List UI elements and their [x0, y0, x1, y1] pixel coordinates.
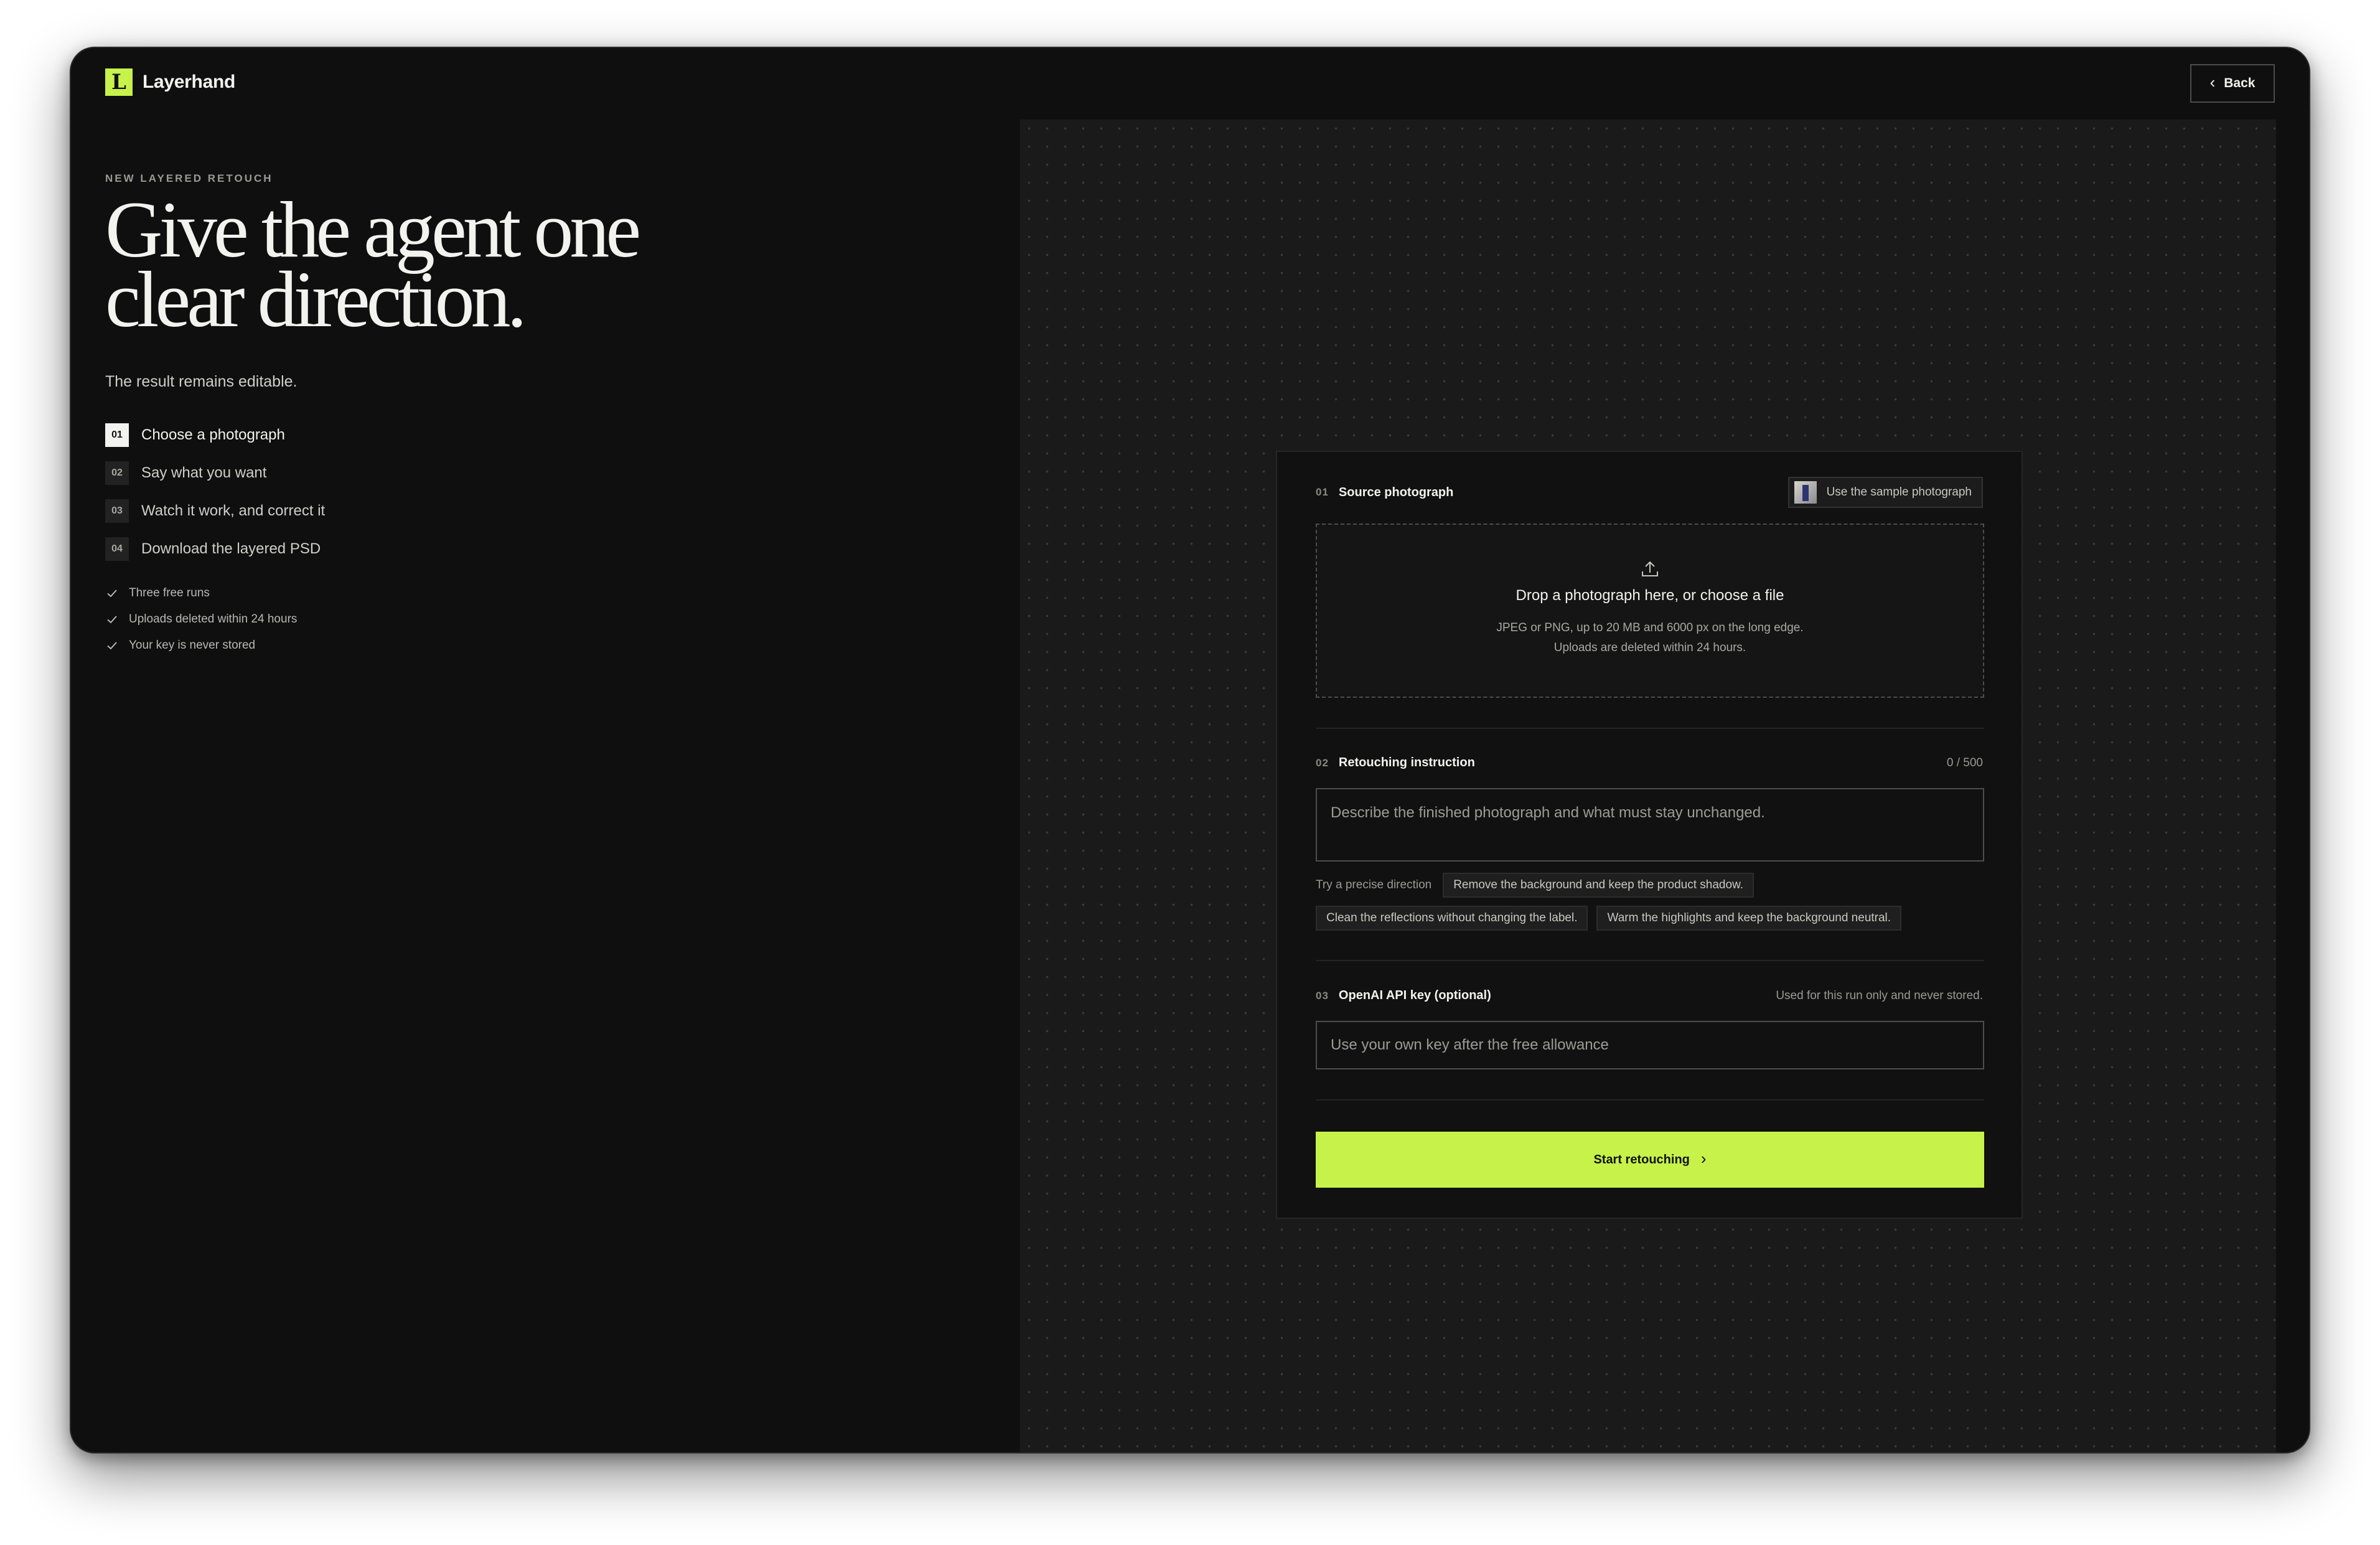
- brand-name: Layerhand: [143, 72, 236, 92]
- dropzone-hint-line-2: Uploads are deleted within 24 hours.: [1553, 641, 1746, 654]
- headline-line-2: clear direction.: [105, 255, 527, 344]
- check-icon: [107, 616, 117, 624]
- api-key-input[interactable]: Use your own key after the free allowanc…: [1316, 1021, 1984, 1069]
- page-title: Give the agent one clear direction.: [105, 190, 977, 339]
- api-key-note: Used for this run only and never stored.: [1776, 989, 1983, 1002]
- section-number: 01: [1316, 486, 1329, 498]
- arrow-right-icon: ›: [1700, 1149, 1707, 1168]
- source-section-header: 01 Source photograph Use the sample phot…: [1316, 477, 1983, 508]
- step-label: Choose a photograph: [141, 426, 285, 443]
- start-retouching-button[interactable]: Start retouching ›: [1316, 1132, 1984, 1188]
- step-number: 01: [105, 423, 129, 447]
- step-label: Watch it work, and correct it: [141, 502, 326, 519]
- brand-logo: L: [105, 68, 133, 96]
- suggestion-chip[interactable]: Clean the reflections without changing t…: [1316, 906, 1588, 931]
- check-icon: [107, 642, 117, 650]
- section-divider: [1316, 960, 1984, 961]
- upload-icon: [1642, 561, 1658, 576]
- dropzone-hint-line-1: JPEG or PNG, up to 20 MB and 6000 px on …: [1496, 621, 1804, 634]
- step-item: 03 Watch it work, and correct it: [105, 492, 977, 530]
- check-label: Uploads deleted within 24 hours: [129, 613, 298, 626]
- section-title: Retouching instruction: [1338, 756, 1475, 769]
- step-label: Download the layered PSD: [141, 540, 321, 557]
- instruction-title: 02 Retouching instruction: [1316, 756, 1475, 770]
- start-button-label: Start retouching: [1593, 1152, 1690, 1167]
- step-number: 04: [105, 537, 129, 561]
- top-bar: L Layerhand ‹ Back: [71, 48, 2309, 120]
- check-item: Uploads deleted within 24 hours: [105, 606, 977, 632]
- instruction-textarea[interactable]: Describe the finished photograph and wha…: [1316, 788, 1984, 862]
- brand[interactable]: L Layerhand: [105, 68, 235, 96]
- section-divider: [1316, 1099, 1984, 1101]
- back-chevron-icon: ‹: [2209, 73, 2216, 92]
- check-icon: [107, 589, 117, 598]
- subline: The result remains editable.: [105, 373, 298, 390]
- step-number: 03: [105, 499, 129, 523]
- check-item: Your key is never stored: [105, 632, 977, 659]
- sample-thumbnail: [1794, 481, 1817, 504]
- section-number: 03: [1316, 989, 1329, 1002]
- intro-panel: NEW LAYERED RETOUCH Give the agent one c…: [105, 172, 977, 659]
- suggestion-row-1: Try a precise direction Remove the backg…: [1316, 873, 1763, 898]
- sample-button-label: Use the sample photograph: [1826, 486, 1972, 499]
- suggestion-chip[interactable]: Warm the highlights and keep the backgro…: [1596, 906, 1902, 931]
- step-item: 04 Download the layered PSD: [105, 530, 977, 568]
- dropzone-title: Drop a photograph here, or choose a file: [1516, 587, 1784, 604]
- check-label: Three free runs: [129, 586, 210, 599]
- suggestion-chip[interactable]: Remove the background and keep the produ…: [1443, 873, 1755, 898]
- form-panel: 01 Source photograph Use the sample phot…: [1020, 120, 2276, 1452]
- api-key-title: 03 OpenAI API key (optional): [1316, 989, 1491, 1003]
- check-label: Your key is never stored: [129, 639, 256, 652]
- use-sample-button[interactable]: Use the sample photograph: [1787, 477, 1983, 508]
- app-window: L Layerhand ‹ Back NEW LAYERED RETOUCH G…: [70, 47, 2310, 1453]
- eyebrow: NEW LAYERED RETOUCH: [105, 172, 273, 184]
- check-item: Three free runs: [105, 580, 977, 606]
- step-number: 02: [105, 461, 129, 485]
- step-item: 01 Choose a photograph: [105, 416, 977, 454]
- back-label: Back: [2224, 76, 2256, 90]
- feature-checks: Three free runs Uploads deleted within 2…: [105, 580, 977, 659]
- suggestion-row-2: Clean the reflections without changing t…: [1316, 906, 1910, 931]
- source-title: 01 Source photograph: [1316, 486, 1453, 500]
- section-title: Source photograph: [1338, 485, 1454, 499]
- step-item: 02 Say what you want: [105, 454, 977, 492]
- dropzone-hint: JPEG or PNG, up to 20 MB and 6000 px on …: [1496, 618, 1803, 658]
- character-counter: 0 / 500: [1946, 756, 1983, 769]
- section-divider: [1316, 728, 1984, 729]
- retouch-form-card: 01 Source photograph Use the sample phot…: [1276, 451, 2023, 1219]
- section-number: 02: [1316, 756, 1329, 769]
- suggestion-hint: Try a precise direction: [1316, 878, 1432, 891]
- section-title: OpenAI API key (optional): [1338, 989, 1491, 1002]
- api-key-section-header: 03 OpenAI API key (optional) Used for th…: [1316, 989, 1983, 1003]
- step-list: 01 Choose a photograph 02 Say what you w…: [105, 416, 977, 568]
- instruction-section-header: 02 Retouching instruction 0 / 500: [1316, 756, 1983, 770]
- step-label: Say what you want: [141, 464, 267, 481]
- back-button[interactable]: ‹ Back: [2190, 64, 2275, 103]
- photo-dropzone[interactable]: Drop a photograph here, or choose a file…: [1316, 524, 1984, 698]
